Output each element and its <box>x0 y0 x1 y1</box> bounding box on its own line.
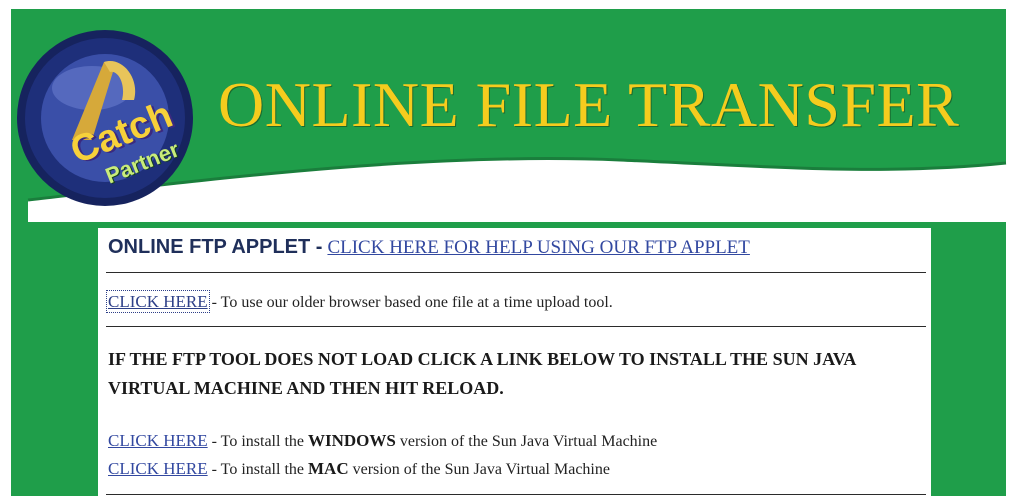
java-notice: IF THE FTP TOOL DOES NOT LOAD CLICK A LI… <box>108 349 856 398</box>
applet-help-link[interactable]: CLICK HERE FOR HELP USING OUR FTP APPLET <box>327 237 749 258</box>
mac-text-before: - To install the <box>207 461 308 478</box>
mac-install-link[interactable]: CLICK HERE <box>108 459 208 478</box>
older-tool-link[interactable]: CLICK HERE <box>106 290 210 313</box>
older-tool-text: - To use our older browser based one fil… <box>207 294 613 311</box>
windows-install-link[interactable]: CLICK HERE <box>108 431 208 450</box>
divider <box>106 272 926 273</box>
older-tool-row: CLICK HERE - To use our older browser ba… <box>106 290 613 313</box>
windows-text-after: version of the Sun Java Virtual Machine <box>395 433 658 450</box>
applet-row: ONLINE FTP APPLET - CLICK HERE FOR HELP … <box>108 236 750 259</box>
windows-text-before: - To install the <box>207 433 308 450</box>
banner-title: ONLINE FILE TRANSFER <box>218 69 960 140</box>
mac-text-after: version of the Sun Java Virtual Machine <box>348 461 610 478</box>
applet-heading: ONLINE FTP APPLET - <box>108 236 323 258</box>
content-panel: ONLINE FTP APPLET - CLICK HERE FOR HELP … <box>98 228 931 496</box>
windows-platform: WINDOWS <box>308 431 396 450</box>
mac-install-row: CLICK HERE - To install the MAC version … <box>108 459 610 479</box>
divider <box>106 494 926 495</box>
windows-install-row: CLICK HERE - To install the WINDOWS vers… <box>108 431 657 451</box>
divider <box>106 326 926 327</box>
mac-platform: MAC <box>308 459 349 478</box>
